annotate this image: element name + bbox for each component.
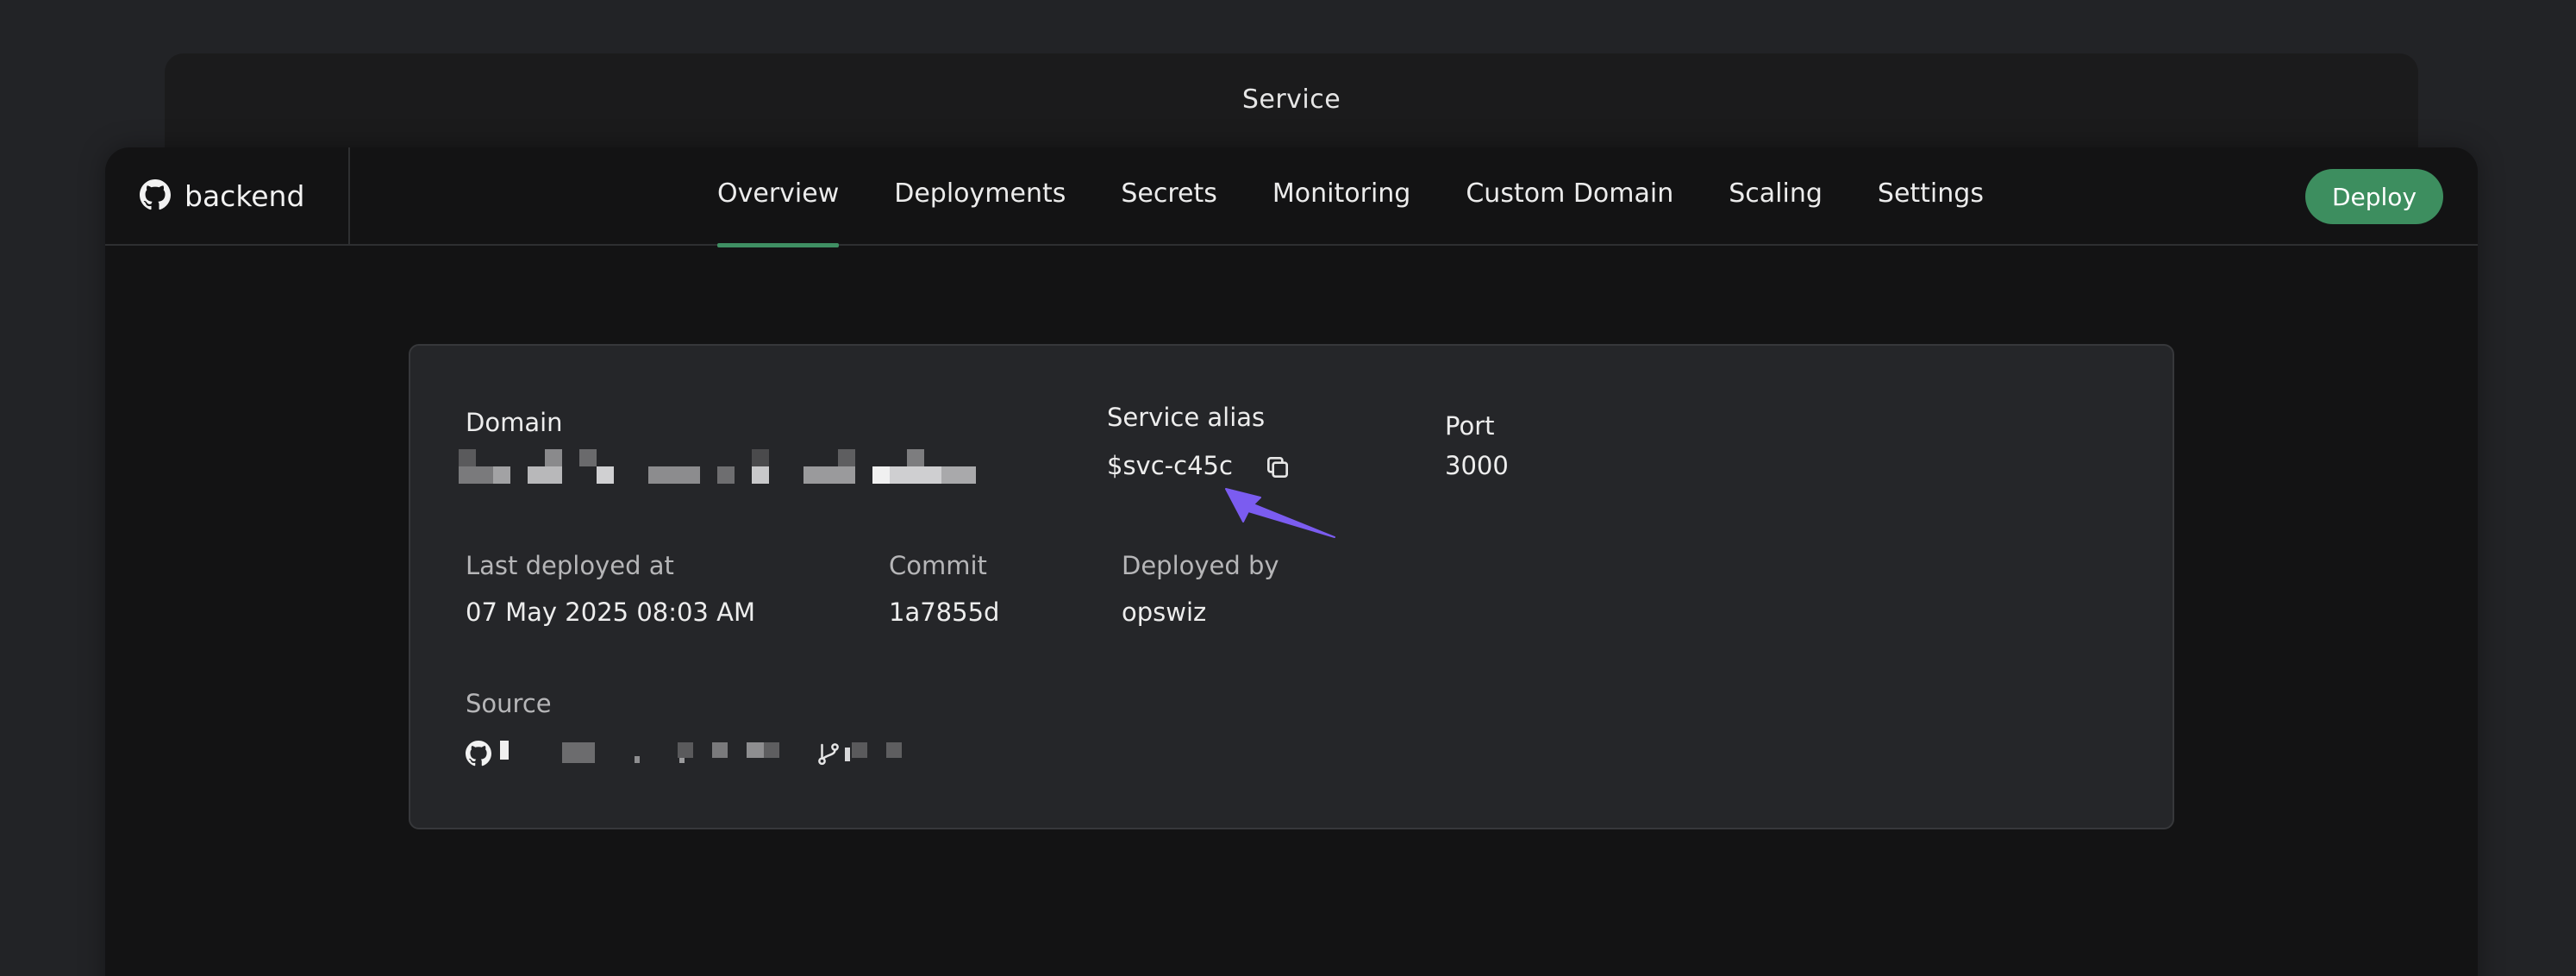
service-brand[interactable]: backend [105, 147, 350, 245]
tab-overview[interactable]: Overview [717, 147, 840, 247]
tab-custom-domain[interactable]: Custom Domain [1466, 147, 1673, 246]
deploy-button[interactable]: Deploy [2305, 169, 2443, 224]
copy-icon[interactable] [1264, 454, 1291, 481]
deployed-by-value: opswiz [1122, 597, 1207, 627]
tab-monitoring[interactable]: Monitoring [1272, 147, 1410, 246]
source-label: Source [466, 689, 552, 718]
domain-label: Domain [466, 408, 563, 437]
service-alias-label: Service alias [1107, 403, 1266, 432]
service-overview-card: Domain Service alias $svc-c45c Port 3000… [409, 344, 2174, 829]
tab-scaling[interactable]: Scaling [1729, 147, 1823, 246]
last-deployed-label: Last deployed at [466, 551, 674, 580]
background-panel-title: Service [1241, 84, 1341, 115]
tab-deployments[interactable]: Deployments [894, 147, 1066, 246]
tab-settings[interactable]: Settings [1878, 147, 1984, 246]
last-deployed-value: 07 May 2025 08:03 AM [466, 597, 755, 627]
source-value-redacted[interactable] [466, 739, 948, 770]
deployed-by-label: Deployed by [1122, 551, 1279, 580]
tab-secrets[interactable]: Secrets [1121, 147, 1217, 246]
service-alias-value: $svc-c45c [1107, 451, 1233, 480]
nav-tabs: Overview Deployments Secrets Monitoring … [717, 147, 1984, 247]
port-value: 3000 [1445, 451, 1509, 480]
top-navbar: backend Overview Deployments Secrets Mon… [105, 147, 2478, 247]
github-icon [466, 741, 491, 766]
domain-value-redacted[interactable] [459, 449, 976, 484]
service-name: backend [184, 179, 305, 213]
commit-value[interactable]: 1a7855d [889, 597, 999, 627]
git-branch-icon [816, 741, 841, 766]
port-label: Port [1445, 411, 1495, 441]
github-icon [140, 178, 171, 214]
annotation-arrow-icon [1225, 488, 1335, 538]
commit-label: Commit [889, 551, 987, 580]
